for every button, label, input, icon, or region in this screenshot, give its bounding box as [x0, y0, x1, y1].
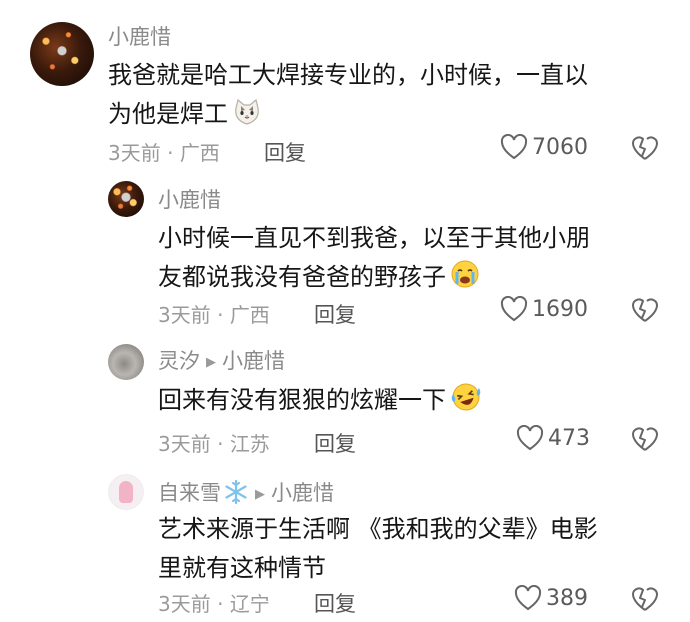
comment-meta: 3天前 · 广西	[108, 141, 220, 165]
comment-text-line: 艺术来源于生活啊 《我和我的父辈》电影	[158, 515, 598, 543]
comment-author-line: 灵汐 ▶ 小鹿惜	[158, 348, 285, 378]
comment-location: 江苏	[229, 432, 270, 456]
broken-heart-icon	[632, 427, 658, 451]
heart-icon	[514, 585, 542, 611]
snowflake-icon	[223, 479, 249, 511]
comment-meta: 3天前 · 江苏	[158, 432, 270, 456]
comment-text-line: 友都说我没有爸爸的野孩子	[158, 258, 678, 301]
like-count: 473	[548, 425, 590, 451]
like-button[interactable]: 473	[516, 425, 590, 451]
broken-heart-icon	[632, 298, 658, 322]
comment-text-line: 里就有这种情节	[158, 554, 326, 582]
like-button[interactable]: 1690	[500, 296, 588, 322]
comment-meta: 3天前 · 广西	[158, 303, 270, 327]
comment-text-line: 我爸就是哈工大焊接专业的，小时候，一直以	[108, 61, 588, 89]
comment-time: 3天前	[108, 141, 161, 165]
comment-text-line: 为他是焊工	[108, 95, 668, 138]
comment-time: 3天前	[158, 432, 211, 456]
avatar[interactable]	[108, 181, 144, 217]
comment-text: 我爸就是哈工大焊接专业的，小时候，一直以 为他是焊工	[108, 56, 668, 138]
comment-text: 回来有没有狠狠的炫耀一下	[158, 381, 678, 424]
dislike-button[interactable]	[630, 425, 660, 457]
like-button[interactable]: 389	[514, 585, 588, 611]
crying-face-icon	[450, 259, 480, 301]
avatar[interactable]	[30, 22, 94, 86]
comment-time: 3天前	[158, 592, 211, 616]
comment-text-line: 回来有没有狠狠的炫耀一下	[158, 381, 678, 424]
comment-location: 辽宁	[229, 592, 270, 616]
broken-heart-icon	[632, 136, 658, 160]
broken-heart-icon	[632, 587, 658, 611]
reply-button[interactable]: 回复	[314, 428, 356, 458]
comment-location: 广西	[179, 141, 220, 165]
reply-arrow-icon: ▶	[255, 487, 265, 502]
comment-time: 3天前	[158, 303, 211, 327]
comment-text: 艺术来源于生活啊 《我和我的父辈》电影 里就有这种情节	[158, 510, 678, 588]
comment-author-line: 自来雪 ▶ 小鹿惜	[158, 479, 334, 511]
dislike-button[interactable]	[630, 134, 660, 166]
avatar[interactable]	[108, 474, 144, 510]
reply-arrow-icon: ▶	[206, 355, 216, 370]
dislike-button[interactable]	[630, 585, 660, 617]
reply-button[interactable]: 回复	[314, 299, 356, 329]
like-count: 389	[546, 585, 588, 611]
heart-icon	[500, 296, 528, 322]
comment-author[interactable]: 自来雪	[158, 481, 221, 505]
dislike-button[interactable]	[630, 296, 660, 328]
heart-icon	[516, 425, 544, 451]
like-count: 1690	[532, 296, 588, 322]
comment-text: 小时候一直见不到我爸，以至于其他小朋 友都说我没有爸爸的野孩子	[158, 219, 678, 301]
comment-text-line: 小时候一直见不到我爸，以至于其他小朋	[158, 224, 590, 252]
like-button[interactable]: 7060	[500, 134, 588, 160]
comment-meta: 3天前 · 辽宁	[158, 592, 270, 616]
laughing-tears-icon	[450, 382, 482, 424]
reply-to-author[interactable]: 小鹿惜	[271, 481, 334, 505]
avatar[interactable]	[108, 344, 144, 380]
comment-author[interactable]: 小鹿惜	[158, 187, 221, 213]
comment-location: 广西	[229, 303, 270, 327]
comment-author[interactable]: 小鹿惜	[108, 24, 171, 50]
reply-button[interactable]: 回复	[264, 137, 306, 167]
like-count: 7060	[532, 134, 588, 160]
reply-button[interactable]: 回复	[314, 588, 356, 618]
cat-face-icon	[232, 98, 262, 138]
heart-icon	[500, 134, 528, 160]
reply-to-author[interactable]: 小鹿惜	[222, 349, 285, 373]
comment-author[interactable]: 灵汐	[158, 349, 200, 373]
